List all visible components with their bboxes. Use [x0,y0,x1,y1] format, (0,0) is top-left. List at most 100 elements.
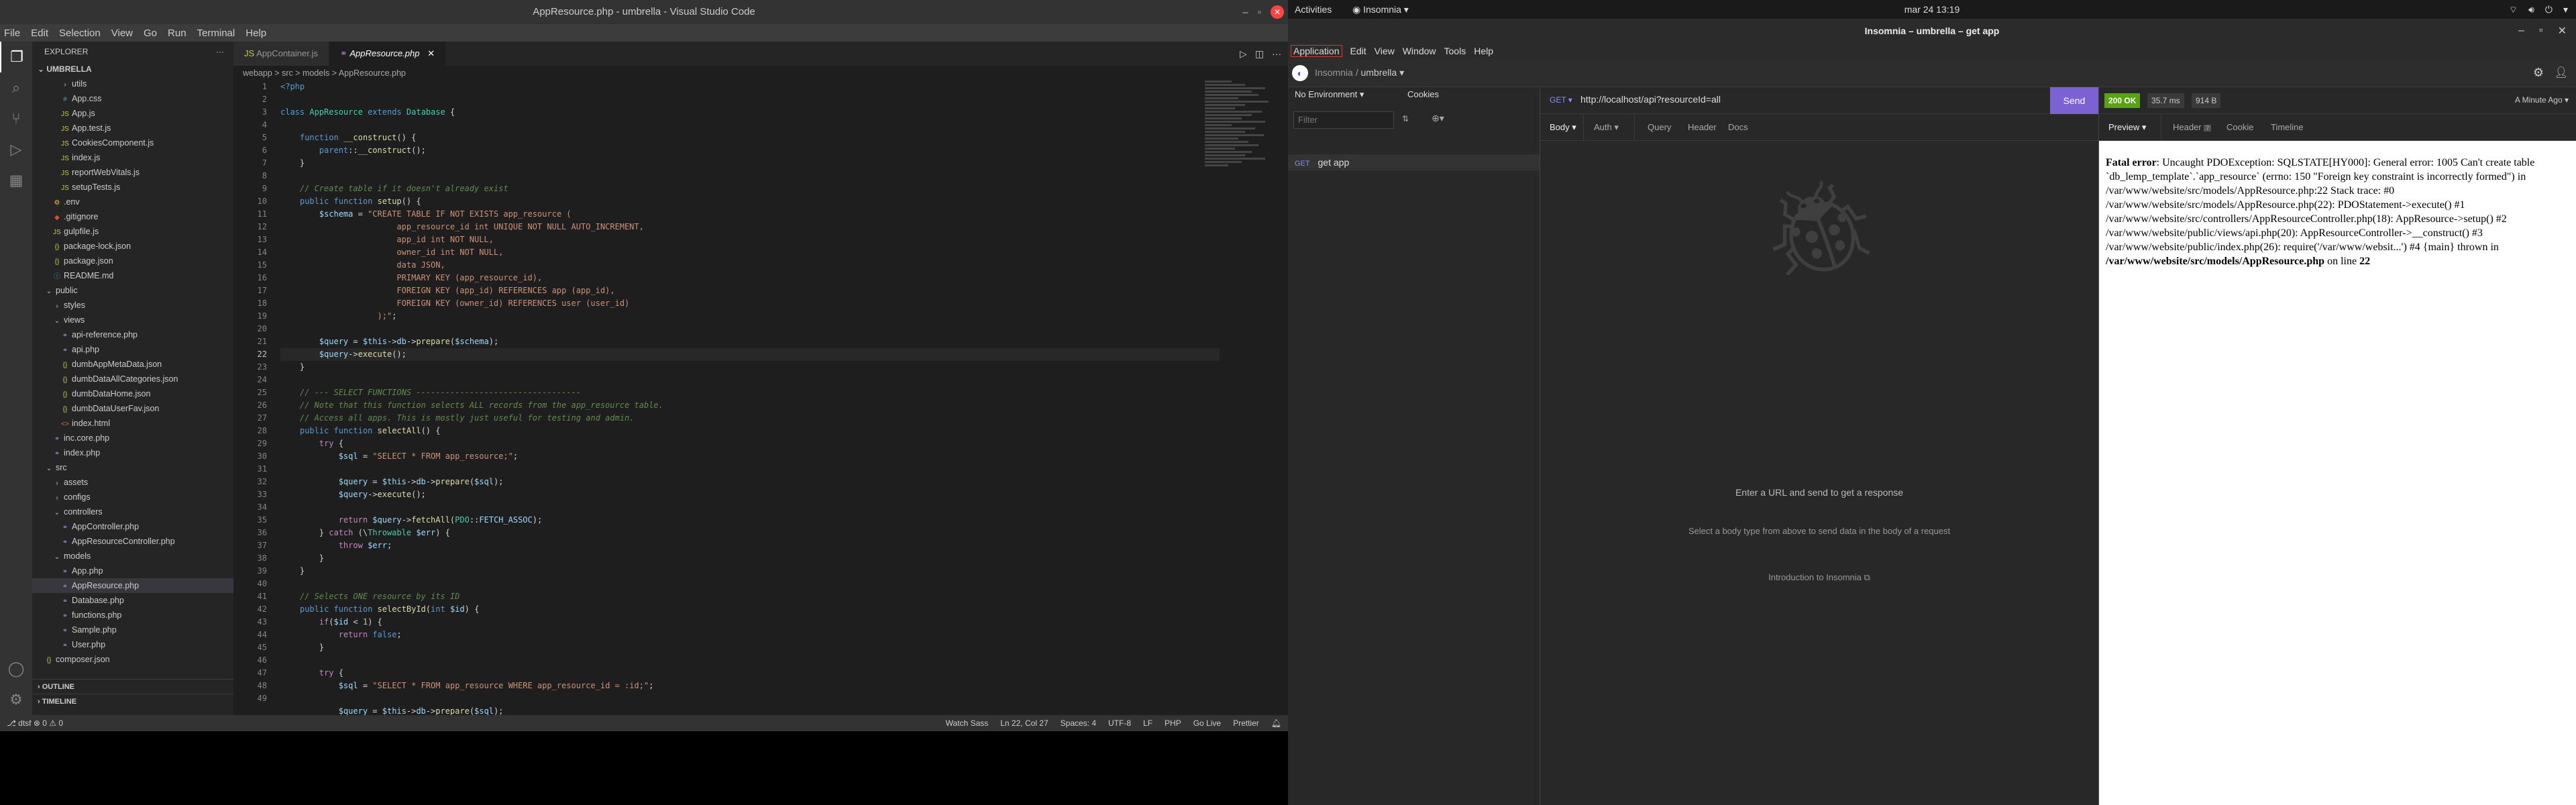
menu-edit[interactable]: Edit [31,28,48,39]
method-select[interactable]: GET ▾ [1550,95,1572,105]
maximize-icon[interactable]: ▫ [1258,7,1261,18]
tab-resp-header[interactable]: Header 7 [2173,122,2212,132]
menu-help[interactable]: Help [246,28,266,39]
intro-link[interactable]: Introduction to Insomnia [1768,572,1862,582]
explorer-icon[interactable]: ❐ [0,42,32,72]
tree-item[interactable]: {} composer.json [32,652,233,667]
status-indent[interactable]: Spaces: 4 [1061,715,1096,731]
url-input[interactable]: http://localhost/api?resourceId=all [1580,94,1721,105]
tree-item[interactable]: JS reportWebVitals.js [32,165,233,180]
activities-button[interactable]: Activities [1295,0,1332,19]
more-actions-icon[interactable]: ··· [216,42,224,62]
tree-item[interactable]: JS gulpfile.js [32,224,233,239]
tree-item[interactable]: ⓘ README.md [32,268,233,283]
extensions-icon[interactable]: ▦ [0,165,32,196]
tree-item[interactable]: JS index.js [32,150,233,165]
search-icon[interactable]: ⌕ [0,72,32,103]
insomnia-logo-icon[interactable]: ◐ [1292,65,1308,81]
minimize-icon[interactable]: – [2518,25,2524,37]
tree-item[interactable]: ⌄ public [32,283,233,298]
tree-item[interactable]: › styles [32,298,233,313]
tree-item[interactable]: {} dumbAppMetaData.json [32,357,233,372]
history-dropdown[interactable]: A Minute Ago ▾ [2515,95,2569,105]
tree-item[interactable]: JS setupTests.js [32,180,233,195]
gear-icon[interactable]: ⚙ [2533,66,2544,80]
tree-item[interactable]: JS App.test.js [32,121,233,136]
run-debug-icon[interactable]: ▷ [0,134,32,165]
status-cursor[interactable]: Ln 22, Col 27 [1000,715,1048,731]
status-language[interactable]: PHP [1165,715,1181,731]
more-icon[interactable]: ··· [1272,48,1281,59]
menu-edit[interactable]: Edit [1350,46,1366,56]
tab-cookie[interactable]: Cookie [2226,122,2253,132]
tree-item[interactable]: # App.css [32,91,233,106]
tree-item[interactable]: {} dumbDataAllCategories.json [32,372,233,386]
branch-status[interactable]: ⎇ dtsf ⊗ 0 ⚠ 0 [7,715,63,731]
tree-item[interactable]: ⚭ AppResourceController.php [32,534,233,549]
maximize-icon[interactable]: ▫ [2539,25,2543,37]
tree-item[interactable]: › assets [32,475,233,490]
breadcrumb[interactable]: webapp > src > models > AppResource.php [233,66,1288,80]
tree-item[interactable]: ⚙ .env [32,195,233,209]
close-icon[interactable]: ✕ [1271,5,1284,19]
environment-select[interactable]: No Environment ▾ [1295,87,1364,102]
menu-view[interactable]: View [111,28,133,39]
account-icon[interactable]: 👤︎ [2555,66,2568,79]
tab-appresource[interactable]: ⚭ AppResource.php ✕ [329,42,446,66]
code-editor[interactable]: 1 2 3 4 5 6 7 8 9 10 11 12 13 14 15 16 17 18 19 20 21 22 23 24 2… [233,80,1288,715]
tree-item[interactable]: ⚭ Sample.php [32,623,233,637]
minimize-icon[interactable]: – [1242,7,1248,18]
status-encoding[interactable]: UTF-8 [1108,715,1131,731]
tree-item[interactable]: {} dumbDataUserFav.json [32,401,233,416]
tree-item[interactable]: ⌄ src [32,460,233,475]
network-icon[interactable]: ⌔ [2509,0,2518,19]
menu-run[interactable]: Run [168,28,186,39]
power-icon[interactable]: ⏻ [2545,0,2553,19]
menu-terminal[interactable]: Terminal [197,28,235,39]
menu-window[interactable]: Window [1403,46,1436,56]
add-request-icon[interactable]: ⊕▾ [1432,113,1444,124]
tree-item[interactable]: ⚭ api-reference.php [32,327,233,342]
tree-item[interactable]: ⚭ Database.php [32,593,233,608]
menu-file[interactable]: File [4,28,20,39]
volume-icon[interactable]: 🔊︎ [2528,0,2534,19]
tab-body[interactable]: Body ▾ [1550,122,1576,133]
request-item[interactable]: GET get app [1288,154,1540,170]
tree-item[interactable]: ⚭ functions.php [32,608,233,623]
tree-item[interactable]: ⚭ AppController.php [32,519,233,534]
breadcrumb-root[interactable]: Insomnia [1315,67,1353,78]
chevron-down-icon[interactable]: ▾ [1399,67,1404,78]
status-go-live[interactable]: Go Live [1193,715,1221,731]
tree-item[interactable]: {} package.json [32,254,233,268]
clock[interactable]: mar 24 13:19 [1288,0,2576,19]
source-control-icon[interactable]: ⑂ [0,103,32,134]
tree-item[interactable]: ⚭ App.php [32,564,233,578]
tree-item[interactable]: ⚭ index.php [32,445,233,460]
tree-item[interactable]: › utils [32,76,233,91]
tree-item[interactable]: › configs [32,490,233,504]
tree-item[interactable]: ⌄ controllers [32,504,233,519]
tree-item[interactable]: ⌄ views [32,313,233,327]
tree-item[interactable]: JS App.js [32,106,233,121]
sort-icon[interactable]: ⇅ [1402,114,1409,123]
tab-header[interactable]: Header [1688,122,1717,132]
tree-item[interactable]: ⌄ models [32,549,233,564]
tab-appcontainer[interactable]: JS AppContainer.js [233,42,329,66]
menu-application[interactable]: Application [1291,45,1342,57]
status-watch-sass[interactable]: Watch Sass [946,715,989,731]
account-icon[interactable]: ◯ [0,653,32,684]
breadcrumb-project[interactable]: umbrella [1360,67,1397,78]
tree-item[interactable]: <> index.html [32,416,233,431]
code-lines[interactable]: <?php class AppResource extends Database… [280,80,1220,715]
split-editor-icon[interactable]: ◫ [1255,48,1264,60]
tree-item[interactable]: ◆ .gitignore [32,209,233,224]
tree-item[interactable]: {} dumbDataHome.json [32,386,233,401]
menu-help[interactable]: Help [1474,46,1493,56]
filter-input[interactable]: Filter [1293,111,1394,129]
tree-item[interactable]: ⚭ inc.core.php [32,431,233,445]
menu-tools[interactable]: Tools [1444,46,1466,56]
run-icon[interactable]: ▷ [1240,48,1247,60]
menu-go[interactable]: Go [144,28,157,39]
status-eol[interactable]: LF [1143,715,1152,731]
close-icon[interactable]: ✕ [2558,24,2567,38]
